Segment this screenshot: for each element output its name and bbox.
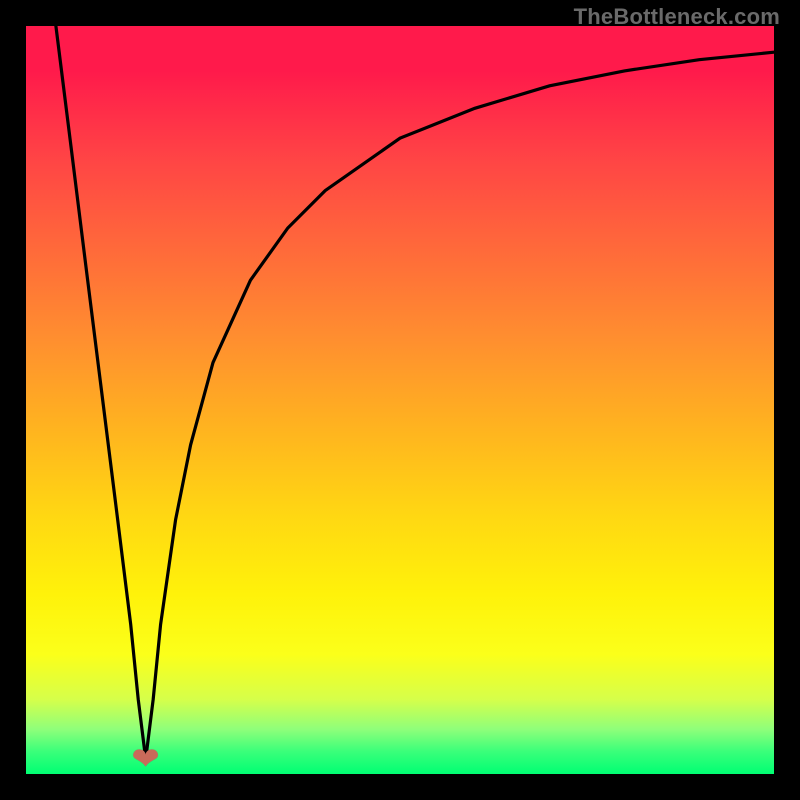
plot-area: ❤ (26, 26, 774, 774)
curve-right (146, 52, 774, 759)
curve-left (56, 26, 146, 759)
curve-svg (26, 26, 774, 774)
chart-frame: ❤ TheBottleneck.com (0, 0, 800, 800)
heart-icon: ❤ (131, 741, 160, 774)
watermark-text: TheBottleneck.com (574, 4, 780, 30)
